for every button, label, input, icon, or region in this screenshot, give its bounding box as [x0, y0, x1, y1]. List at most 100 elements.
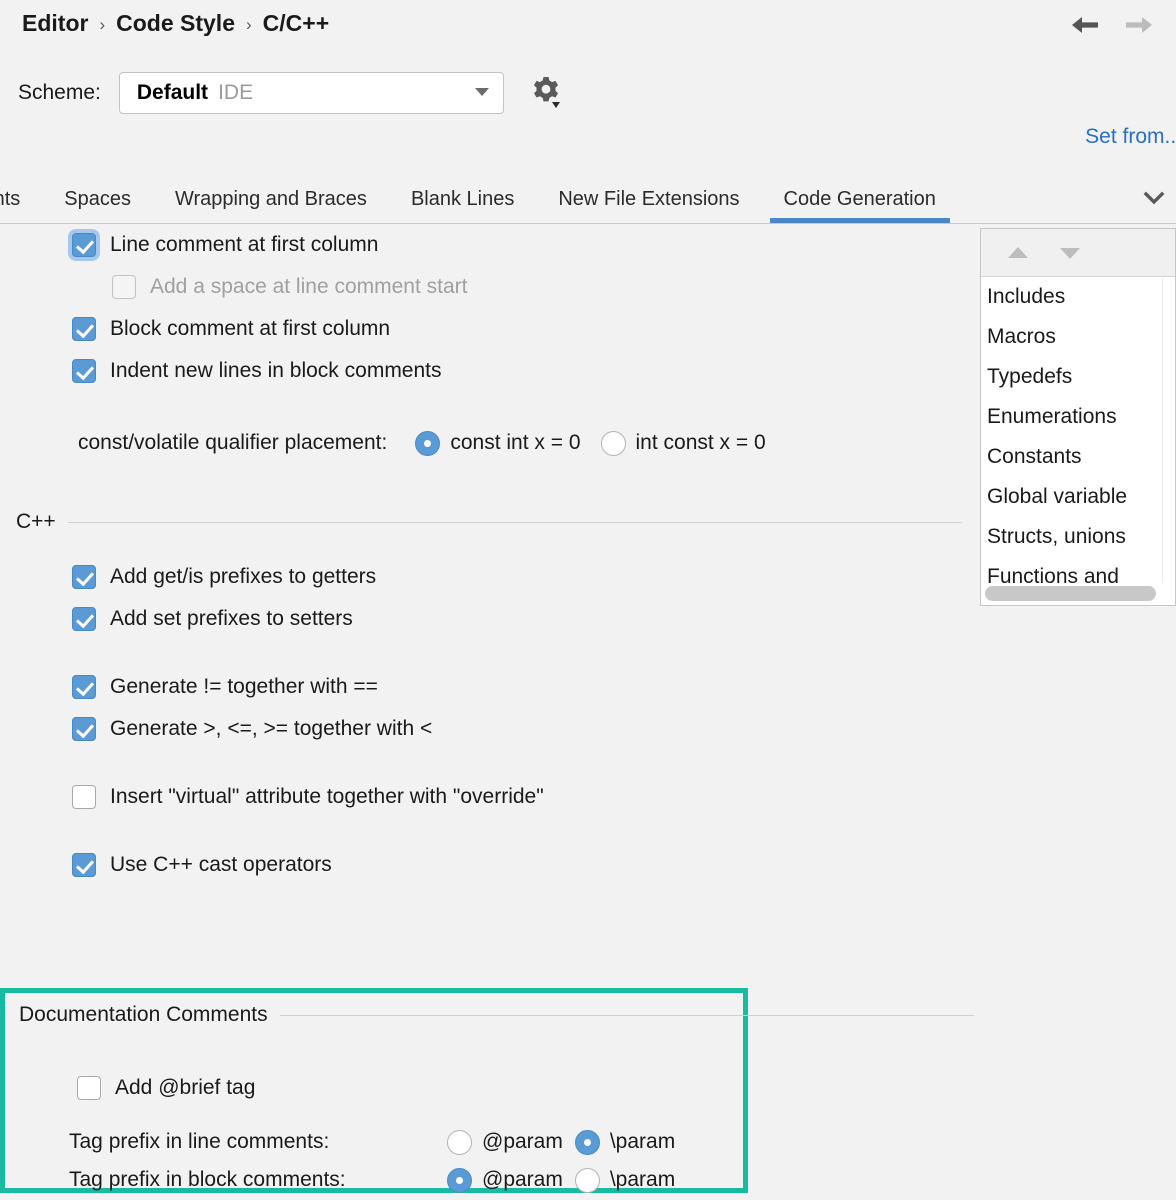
tag-prefix-block-comments-row: Tag prefix in block comments: @param \pa… — [19, 1161, 735, 1199]
tag-prefix-line-comments-label: Tag prefix in line comments: — [69, 1130, 330, 1153]
checkbox-generate-not-equal[interactable] — [72, 675, 96, 699]
option-label: Add a space at line comment start — [150, 275, 468, 298]
list-item[interactable]: Macros — [981, 317, 1175, 357]
qualifier-placement-label: const/volatile qualifier placement: — [78, 431, 388, 454]
list-item[interactable]: Enumerations — [981, 397, 1175, 437]
gear-icon — [533, 77, 560, 108]
triangle-down-icon[interactable] — [1057, 240, 1083, 266]
section-divider — [67, 521, 962, 523]
radio-int-const-x-0[interactable] — [600, 430, 626, 456]
list-item[interactable]: Constants — [981, 437, 1175, 477]
option-label: Generate >, <=, >= together with < — [110, 717, 433, 740]
breadcrumb-item-code-style[interactable]: Code Style — [116, 10, 235, 37]
breadcrumb-item-editor[interactable]: Editor — [22, 10, 88, 37]
checkbox-add-set-prefixes[interactable] — [72, 607, 96, 631]
checkbox-add-get-is-prefixes[interactable] — [72, 565, 96, 589]
tab-wrapping-and-braces[interactable]: Wrapping and Braces — [153, 178, 389, 223]
option-add-get-is-prefixes[interactable]: Add get/is prefixes to getters — [0, 556, 980, 598]
option-add-space-at-line-comment-start: Add a space at line comment start — [0, 266, 980, 308]
scheme-label: Scheme: — [18, 81, 101, 104]
code-generation-order-list[interactable]: Includes Macros Typedefs Enumerations Co… — [980, 228, 1176, 606]
radio-option-line-backslash-param[interactable]: \param — [574, 1129, 687, 1155]
scheme-value: Default — [136, 81, 209, 104]
list-item[interactable]: Functions and — [981, 557, 1175, 584]
scheme-combobox[interactable]: Default IDE — [118, 72, 504, 114]
arrow-right-icon[interactable] — [1122, 8, 1156, 42]
breadcrumb-separator: › — [99, 14, 106, 34]
option-generate-not-equal[interactable]: Generate != together with == — [0, 666, 980, 708]
radio-option-block-backslash-param[interactable]: \param — [574, 1167, 687, 1193]
list-horizontal-scrollbar[interactable] — [985, 586, 1171, 601]
option-block-comment-at-first-column[interactable]: Block comment at first column — [0, 308, 980, 350]
option-label: Add set prefixes to setters — [110, 607, 353, 630]
radio-block-at-param[interactable] — [447, 1167, 472, 1193]
tab-indents[interactable]: lents — [0, 178, 42, 223]
tab-bar: lents Spaces Wrapping and Braces Blank L… — [0, 178, 1176, 224]
radio-option-const-int[interactable]: const int x = 0 — [415, 430, 592, 456]
navigation-arrows — [1068, 8, 1156, 42]
scheme-settings-button[interactable] — [526, 74, 564, 112]
option-add-brief-tag[interactable]: Add @brief tag — [19, 1067, 735, 1109]
chevron-down-icon — [471, 80, 493, 107]
option-label: Use C++ cast operators — [110, 853, 332, 876]
checkbox-add-brief-tag[interactable] — [77, 1076, 101, 1100]
radio-line-at-param[interactable] — [447, 1129, 472, 1155]
option-label: Insert "virtual" attribute together with… — [110, 785, 544, 808]
radio-label: const int x = 0 — [450, 431, 581, 454]
documentation-comments-inner: Documentation Comments Add @brief tag Ta… — [19, 1003, 974, 1199]
list-body: Includes Macros Typedefs Enumerations Co… — [981, 277, 1175, 584]
option-label: Line comment at first column — [110, 233, 379, 256]
checkbox-generate-comparisons[interactable] — [72, 717, 96, 741]
list-item[interactable]: Global variable — [981, 477, 1175, 517]
list-item[interactable]: Typedefs — [981, 357, 1175, 397]
checkbox-use-cpp-cast-operators[interactable] — [72, 853, 96, 877]
radio-label: \param — [609, 1130, 676, 1153]
section-title: C++ — [16, 510, 56, 533]
radio-option-int-const[interactable]: int const x = 0 — [600, 430, 778, 456]
tab-code-generation[interactable]: Code Generation — [762, 178, 958, 223]
checkbox-insert-virtual-attribute[interactable] — [72, 785, 96, 809]
tab-new-file-extensions[interactable]: New File Extensions — [536, 178, 761, 223]
tab-spaces[interactable]: Spaces — [42, 178, 153, 223]
breadcrumb-item-c-cpp: C/C++ — [262, 10, 330, 36]
option-line-comment-at-first-column[interactable]: Line comment at first column — [0, 224, 980, 266]
section-divider — [279, 1014, 974, 1016]
set-from-link[interactable]: Set from... — [1085, 125, 1176, 149]
radio-option-block-at-param[interactable]: @param — [447, 1167, 575, 1193]
option-label: Block comment at first column — [110, 317, 391, 340]
breadcrumb: Editor › Code Style › C/C++ — [22, 10, 329, 37]
triangle-up-icon[interactable] — [1005, 240, 1031, 266]
option-label: Add get/is prefixes to getters — [110, 565, 377, 588]
checkbox-indent-new-lines-in-block-comments[interactable] — [72, 359, 96, 383]
scrollbar-thumb[interactable] — [985, 586, 1157, 601]
breadcrumb-separator: › — [246, 14, 252, 34]
radio-const-int-x-0[interactable] — [415, 430, 441, 456]
list-vertical-scrollbar[interactable] — [1162, 278, 1175, 583]
option-label: Add @brief tag — [115, 1076, 256, 1099]
checkbox-block-comment-at-first-column[interactable] — [72, 317, 96, 341]
radio-label: @param — [482, 1130, 563, 1153]
radio-label: @param — [482, 1168, 563, 1191]
checkbox-line-comment-at-first-column[interactable] — [72, 233, 96, 257]
radio-line-backslash-param[interactable] — [574, 1129, 600, 1155]
list-item[interactable]: Includes — [981, 277, 1175, 317]
documentation-comments-section: Documentation Comments Add @brief tag Ta… — [0, 988, 974, 1193]
arrow-left-icon[interactable] — [1068, 8, 1102, 42]
section-title: Documentation Comments — [19, 1003, 268, 1026]
checkbox-add-space-at-line-comment-start — [112, 275, 136, 299]
list-toolbar — [981, 229, 1175, 277]
tab-blank-lines[interactable]: Blank Lines — [389, 178, 536, 223]
option-indent-new-lines-in-block-comments[interactable]: Indent new lines in block comments — [0, 350, 980, 392]
option-insert-virtual-attribute[interactable]: Insert "virtual" attribute together with… — [0, 776, 980, 818]
tab-overflow-button[interactable] — [1132, 178, 1176, 223]
section-header-documentation-comments: Documentation Comments — [19, 1003, 974, 1027]
option-add-set-prefixes[interactable]: Add set prefixes to setters — [0, 598, 980, 640]
radio-option-line-at-param[interactable]: @param — [447, 1129, 575, 1155]
section-header-cpp: C++ — [0, 510, 980, 534]
tag-prefix-block-comments-label: Tag prefix in block comments: — [69, 1168, 346, 1191]
radio-block-backslash-param[interactable] — [574, 1167, 600, 1193]
option-generate-comparisons[interactable]: Generate >, <=, >= together with < — [0, 708, 980, 750]
list-item[interactable]: Structs, unions — [981, 517, 1175, 557]
option-use-cpp-cast-operators[interactable]: Use C++ cast operators — [0, 844, 980, 886]
chevron-down-icon — [1141, 185, 1167, 216]
